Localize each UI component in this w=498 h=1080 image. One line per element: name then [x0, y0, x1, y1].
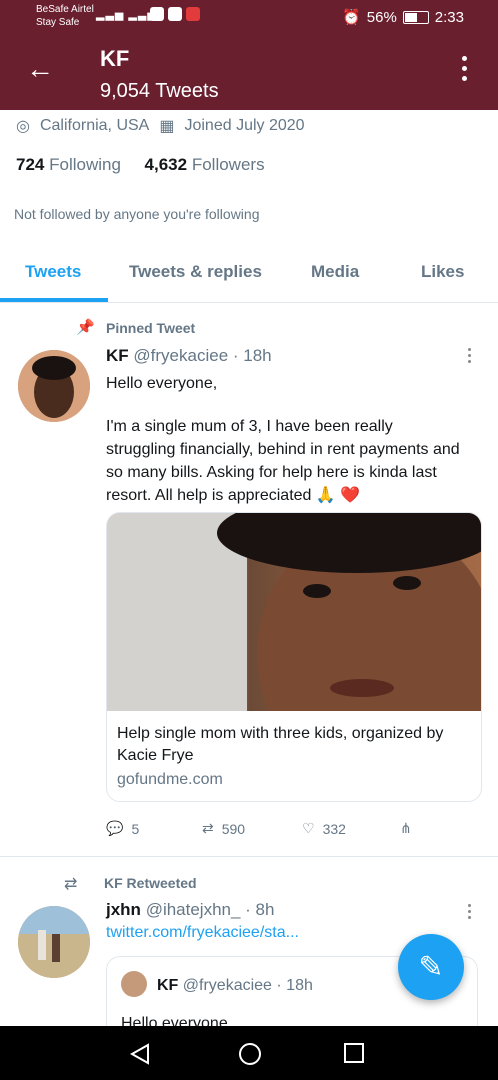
tweet-count: 9,054 Tweets	[100, 80, 219, 102]
carrier-name: BeSafe Airtel	[36, 4, 94, 15]
tab-tweets[interactable]: Tweets	[25, 262, 81, 282]
nav-home-icon[interactable]	[238, 1042, 262, 1066]
card-title: Help single mom with three kids, organiz…	[117, 725, 444, 764]
notification-icons	[150, 7, 200, 21]
active-tab-indicator	[0, 298, 108, 302]
following-label: Following	[49, 155, 121, 174]
heart-icon: ♡	[302, 820, 315, 836]
follow-stats: 724 Following 4,632 Followers	[16, 155, 265, 175]
status-bar: BeSafe Airtel Stay Safe ▂▃▅ ▂▃▅ ⏰ 56% 2:…	[0, 0, 498, 34]
share-button[interactable]: ⋔	[400, 820, 412, 837]
retweet-button[interactable]: ⇄ 590	[202, 820, 245, 837]
reply-count: 5	[131, 820, 140, 837]
followers-link[interactable]: 4,632 Followers	[145, 155, 265, 174]
following-count: 724	[16, 155, 45, 174]
nav-back-icon[interactable]	[128, 1042, 152, 1066]
retweet-header: jxhn @ihatejxhn_ · 8h	[106, 900, 274, 920]
tweet-body: Hello everyone, I'm a single mum of 3, I…	[106, 372, 466, 507]
app-bar: ← KF 9,054 Tweets	[0, 34, 498, 110]
not-followed-note: Not followed by anyone you're following	[14, 206, 260, 222]
location-icon: ◎	[16, 118, 30, 135]
calendar-icon: ▦	[159, 118, 175, 135]
battery-percent: 56%	[366, 8, 397, 26]
retweet-link[interactable]: twitter.com/fryekaciee/sta...	[106, 924, 299, 942]
link-card[interactable]: Help single mom with three kids, organiz…	[106, 512, 482, 802]
system-nav-bar	[0, 1026, 498, 1080]
tweet-author[interactable]: KF	[106, 346, 129, 365]
tab-likes[interactable]: Likes	[421, 262, 464, 282]
avatar-image	[18, 350, 90, 422]
tab-tweets-replies[interactable]: Tweets & replies	[129, 262, 262, 282]
joined-date: Joined July 2020	[184, 117, 305, 134]
card-domain: gofundme.com	[117, 771, 223, 788]
carrier-sub: Stay Safe	[36, 17, 80, 28]
app-notification-icon	[186, 7, 200, 21]
share-icon: ⋔	[400, 820, 412, 836]
whatsapp-icon	[150, 7, 164, 21]
profile-meta: ◎ California, USA ▦ Joined July 2020	[16, 116, 305, 136]
avatar	[121, 971, 147, 997]
retweet-icon: ⇄	[202, 820, 214, 836]
location: California, USA	[39, 117, 150, 134]
clock: 2:33	[434, 8, 464, 26]
quote-author: KF	[157, 977, 179, 994]
quote-handle: @fryekaciee · 18h	[182, 977, 313, 994]
retweet-menu-icon[interactable]	[468, 904, 472, 922]
tweet-header: KF @fryekaciee · 18h	[106, 346, 272, 366]
tweet-actions: 💬 5 ⇄ 590 ♡ 332 ⋔	[106, 818, 466, 842]
divider	[0, 856, 498, 857]
nav-recents-icon[interactable]	[343, 1042, 365, 1064]
carrier-info: BeSafe Airtel Stay Safe	[36, 3, 94, 29]
compose-tweet-button[interactable]: ✎	[398, 934, 464, 1000]
card-image	[107, 513, 481, 711]
reply-button[interactable]: 💬 5	[106, 820, 139, 837]
tweet-handle: @fryekaciee · 18h	[133, 346, 272, 365]
profile-tabs: Tweets Tweets & replies Media Likes	[0, 256, 498, 303]
followers-label: Followers	[191, 155, 265, 174]
avatar[interactable]	[18, 350, 90, 422]
pin-icon: 📌	[76, 319, 95, 336]
tab-media[interactable]: Media	[311, 262, 359, 282]
quote-header: KF @fryekaciee · 18h	[157, 977, 313, 995]
retweet-count: 590	[221, 820, 246, 837]
message-icon	[168, 7, 182, 21]
followers-count: 4,632	[144, 155, 188, 174]
tweet-greeting: Hello everyone,	[106, 375, 218, 392]
retweet-handle: @ihatejxhn_ · 8h	[145, 900, 275, 919]
reply-icon: 💬	[106, 820, 124, 836]
more-options-icon[interactable]	[462, 56, 468, 86]
profile-name: KF	[100, 46, 130, 71]
like-button[interactable]: ♡ 332	[302, 820, 346, 837]
retweet-author[interactable]: jxhn	[106, 900, 141, 919]
following-link[interactable]: 724 Following	[16, 155, 121, 174]
compose-icon: ✎	[418, 950, 444, 984]
retweet-icon: ⇄	[64, 876, 78, 893]
battery-icon	[402, 10, 429, 24]
alarm-icon: ⏰	[342, 9, 361, 26]
like-count: 332	[322, 820, 346, 837]
status-right: ⏰ 56% 2:33	[342, 8, 464, 27]
avatar[interactable]	[18, 906, 90, 978]
signal-icon: ▂▃▅ ▂▃▅	[96, 9, 157, 21]
tweet-menu-icon[interactable]	[468, 348, 472, 366]
retweeted-label: KF Retweeted	[104, 875, 197, 891]
back-arrow-icon[interactable]: ←	[26, 54, 54, 84]
card-photo	[107, 513, 481, 711]
pinned-label: Pinned Tweet	[106, 320, 196, 336]
tweet-text: I'm a single mum of 3, I have been reall…	[106, 418, 460, 504]
avatar-image	[18, 906, 90, 978]
